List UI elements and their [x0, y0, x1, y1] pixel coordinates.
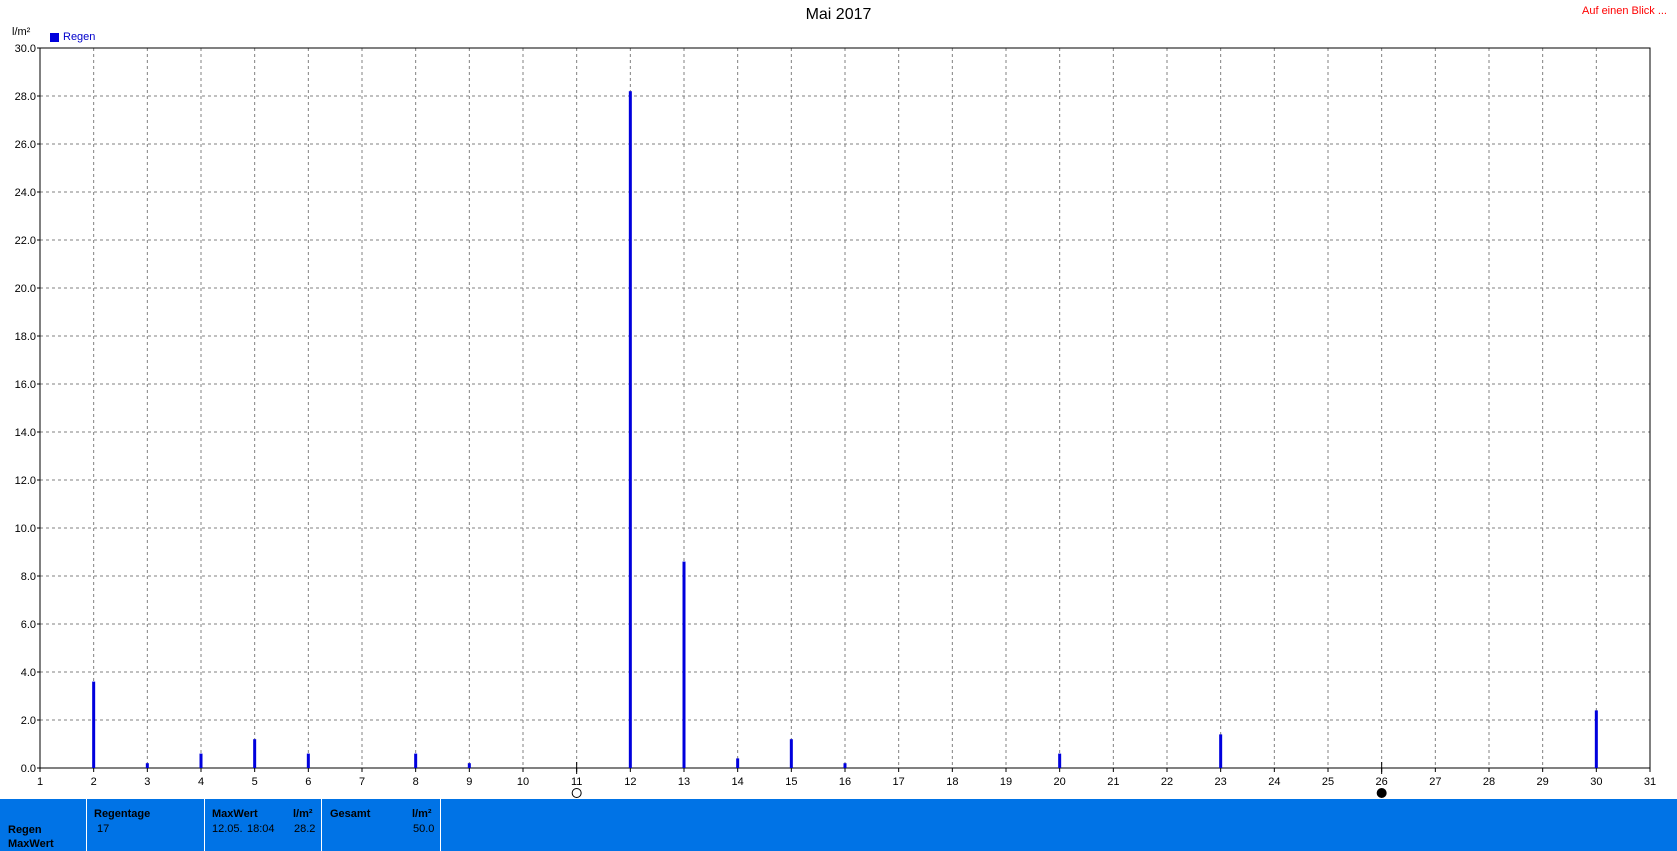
rain-chart: 0.0 2.0 4.0 6.0 8.0 10.0 12.0 14.0 16.0 18.0 20.0 2…	[15, 43, 1657, 798]
x-tick-label: 20	[1054, 776, 1066, 788]
x-tick-label: 7	[359, 776, 365, 788]
x-tick-label: 26	[1376, 776, 1388, 788]
rain-bar	[92, 681, 96, 768]
y-tick-label: 8.0	[21, 571, 36, 583]
x-tick-label: 19	[1000, 776, 1012, 788]
rain-bar	[736, 758, 740, 768]
x-tick-label: 12	[624, 776, 636, 788]
grid	[40, 48, 1650, 768]
rain-bar	[1219, 734, 1223, 768]
gesamt-value: 50.0	[413, 823, 435, 835]
x-tick-label: 1	[37, 776, 43, 788]
x-tick-label: 22	[1161, 776, 1173, 788]
x-tick-label: 11	[571, 776, 582, 788]
rain-bar	[306, 753, 310, 768]
regentage-value: 17	[97, 823, 110, 835]
y-tick-label: 2.0	[21, 715, 36, 727]
x-tick-label: 10	[517, 776, 529, 788]
y-tick-label: 30.0	[15, 43, 36, 55]
x-tick-label: 15	[785, 776, 797, 788]
legend-label: Regen	[63, 31, 96, 43]
y-tick-label: 4.0	[21, 667, 36, 679]
legend-swatch	[50, 32, 59, 42]
axes: 0.0 2.0 4.0 6.0 8.0 10.0 12.0 14.0 16.0 18.0 20.0 2…	[15, 43, 1657, 788]
y-tick-label: 0.0	[21, 763, 36, 775]
y-tick-label: 10.0	[15, 523, 36, 535]
y-tick-label: 18.0	[15, 331, 36, 343]
y-tick-label: 14.0	[15, 427, 36, 439]
gesamt-label: Gesamt	[330, 808, 371, 820]
rain-bar	[682, 561, 686, 768]
x-tick-label: 30	[1590, 776, 1602, 788]
y-tick-label: 16.0	[15, 379, 36, 391]
y-tick-label: 12.0	[15, 475, 36, 487]
x-tick-label: 3	[144, 776, 150, 788]
footer-row-label-regen: Regen	[8, 824, 42, 836]
footer-maxwert: MaxWert l/m² 12.05. 18:04 28.2	[205, 799, 322, 851]
x-tick-label: 8	[413, 776, 419, 788]
chart-title: Mai 2017	[805, 6, 872, 23]
rain-bar	[1058, 753, 1062, 768]
x-tick-label: 18	[946, 776, 958, 788]
maxwert-date: 12.05.	[212, 823, 243, 835]
rain-bar	[467, 763, 471, 768]
overview-link[interactable]: Auf einen Blick ...	[1582, 5, 1667, 17]
x-tick-label: 4	[198, 776, 204, 788]
x-tick-label: 24	[1268, 776, 1280, 788]
rain-bar	[199, 753, 203, 768]
x-tick-label: 6	[305, 776, 311, 788]
x-tick-label: 28	[1483, 776, 1495, 788]
full-moon-icon	[571, 788, 582, 798]
rain-bar	[414, 753, 418, 768]
moon-markers	[571, 762, 1387, 798]
maxwert-unit: l/m²	[293, 808, 313, 820]
x-tick-label: 16	[839, 776, 851, 788]
x-tick-label: 25	[1322, 776, 1334, 788]
footer-gesamt: Gesamt l/m² 50.0	[322, 799, 441, 851]
rain-bar	[843, 763, 847, 768]
y-tick-label: 28.0	[15, 91, 36, 103]
y-tick-label: 22.0	[15, 235, 36, 247]
x-tick-label: 29	[1537, 776, 1549, 788]
rain-bar	[145, 763, 149, 768]
x-tick-label: 23	[1215, 776, 1227, 788]
rain-bar	[253, 739, 257, 768]
footer-row-labels: Regen MaxWert	[0, 799, 87, 851]
y-tick-label: 20.0	[15, 283, 36, 295]
summary-footer: Regen MaxWert Regentage 17 MaxWert l/m² …	[0, 799, 1677, 851]
y-tick-label: 24.0	[15, 187, 36, 199]
x-tick-label: 31	[1644, 776, 1656, 788]
rain-bar	[789, 739, 793, 768]
x-tick-label: 5	[252, 776, 258, 788]
regentage-label: Regentage	[94, 808, 151, 820]
x-tick-label: 13	[678, 776, 690, 788]
maxwert-label: MaxWert	[212, 808, 258, 820]
x-tick-label: 14	[732, 776, 744, 788]
y-tick-label: 6.0	[21, 619, 36, 631]
rain-bar	[628, 91, 632, 768]
x-tick-label: 21	[1107, 776, 1119, 788]
rain-bar	[1594, 710, 1598, 768]
new-moon-icon	[1376, 788, 1387, 798]
x-tick-label: 17	[893, 776, 905, 788]
y-tick-label: 26.0	[15, 139, 36, 151]
legend: Regen	[50, 31, 95, 43]
maxwert-value: 28.2	[294, 823, 316, 835]
x-tick-label: 27	[1429, 776, 1441, 788]
x-tick-label: 2	[91, 776, 97, 788]
y-axis-unit: l/m²	[12, 26, 31, 38]
footer-row-label-maxwert: MaxWert	[8, 838, 54, 850]
maxwert-time: 18:04	[247, 823, 275, 835]
footer-regentage: Regentage 17	[87, 799, 205, 851]
x-tick-label: 9	[466, 776, 472, 788]
gesamt-unit: l/m²	[412, 808, 432, 820]
